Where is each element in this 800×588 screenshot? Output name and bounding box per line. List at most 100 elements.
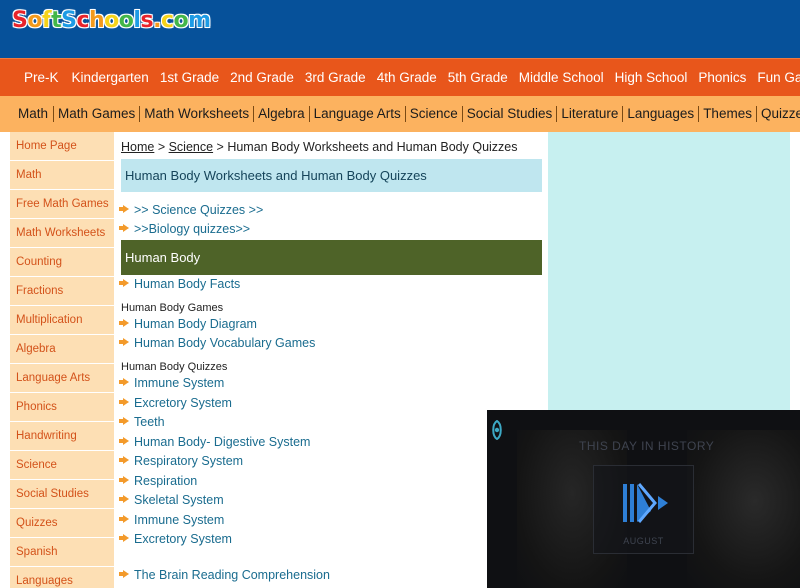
list-item-link[interactable]: Immune System <box>119 513 224 527</box>
quizzes-heading: Human Body Quizzes <box>121 361 228 373</box>
play-icon[interactable] <box>621 478 671 528</box>
arrow-icon <box>119 495 129 503</box>
nav-item-1st-grade[interactable]: 1st Grade <box>149 59 219 96</box>
sidebar-item-counting[interactable]: Counting <box>10 248 114 277</box>
sidebar-item-multiplication[interactable]: Multiplication <box>10 306 114 335</box>
sidebar-item-home-page[interactable]: Home Page <box>10 132 114 161</box>
sidebar-item-handwriting[interactable]: Handwriting <box>10 422 114 451</box>
arrow-icon <box>119 338 129 346</box>
games-heading: Human Body Games <box>121 302 224 314</box>
nav-item-pre-k[interactable]: Pre-K <box>0 59 59 96</box>
subject-item-quizzes[interactable]: Quizzes <box>757 96 800 132</box>
link-label: Human Body Facts <box>134 277 241 291</box>
subject-item-languages[interactable]: Languages <box>623 96 698 132</box>
human-body-facts-link[interactable]: Human Body Facts <box>119 277 241 291</box>
arrow-icon <box>119 378 129 386</box>
sidebar-item-math-worksheets[interactable]: Math Worksheets <box>10 219 114 248</box>
logo-letter: S <box>11 8 28 34</box>
page-title: Human Body Worksheets and Human Body Qui… <box>125 168 427 183</box>
arrow-icon <box>119 456 129 464</box>
site-header: SoftSchools.com <box>0 0 800 58</box>
logo-letter: s <box>140 8 154 34</box>
brain-reading-link[interactable]: The Brain Reading Comprehension <box>119 568 330 582</box>
history-logo-icon <box>490 419 504 443</box>
logo-letter: m <box>188 8 212 34</box>
subject-item-social-studies[interactable]: Social Studies <box>463 96 557 132</box>
sidebar-item-phonics[interactable]: Phonics <box>10 393 114 422</box>
logo-letter: c <box>76 8 90 34</box>
subject-item-math-games[interactable]: Math Games <box>54 96 139 132</box>
subject-nav-bar: Math Math Games Math Worksheets Algebra Lang… <box>0 96 800 132</box>
sidebar-item-quizzes[interactable]: Quizzes <box>10 509 114 538</box>
arrow-icon <box>119 319 129 327</box>
link-label: >>Biology quizzes>> <box>134 222 251 236</box>
video-play-box[interactable]: AUGUST <box>593 465 694 554</box>
list-item-link[interactable]: Excretory System <box>119 396 232 410</box>
list-item-link[interactable]: Immune System <box>119 376 225 390</box>
nav-item-phonics[interactable]: Phonics <box>687 59 746 96</box>
subject-item-literature[interactable]: Literature <box>557 96 622 132</box>
sidebar-item-science[interactable]: Science <box>10 451 114 480</box>
video-subtitle: AUGUST <box>623 536 664 546</box>
video-player[interactable]: THIS DAY IN HISTORY AUGUST <box>487 410 800 588</box>
breadcrumb-science-link[interactable]: Science <box>169 140 213 154</box>
logo-letter: o <box>27 8 43 34</box>
nav-item-middle-school[interactable]: Middle School <box>508 59 604 96</box>
subject-item-math[interactable]: Math <box>0 96 53 132</box>
left-sidebar: Home Page Math Free Math Games Math Workshe… <box>10 132 114 588</box>
link-label: Human Body- Digestive System <box>134 435 311 449</box>
nav-item-3rd-grade[interactable]: 3rd Grade <box>294 59 366 96</box>
sidebar-item-algebra[interactable]: Algebra <box>10 335 114 364</box>
nav-item-fun-gam[interactable]: Fun Gam <box>746 59 800 96</box>
list-item-link[interactable]: Human Body- Digestive System <box>119 435 311 449</box>
link-label: Excretory System <box>134 532 232 546</box>
list-item-link[interactable]: Respiratory System <box>119 454 244 468</box>
link-label: Human Body Diagram <box>134 317 257 331</box>
nav-item-4th-grade[interactable]: 4th Grade <box>366 59 437 96</box>
sidebar-item-social-studies[interactable]: Social Studies <box>10 480 114 509</box>
section-title-band: Human Body <box>121 240 542 275</box>
sidebar-item-math[interactable]: Math <box>10 161 114 190</box>
link-label: >> Science Quizzes >> <box>134 203 264 217</box>
section-title: Human Body <box>125 250 201 265</box>
subject-item-science[interactable]: Science <box>406 96 462 132</box>
list-item-link[interactable]: Human Body Diagram <box>119 317 257 331</box>
logo-letter: S <box>61 8 78 34</box>
video-thumbnail-figure <box>687 430 800 588</box>
subject-item-language-arts[interactable]: Language Arts <box>310 96 405 132</box>
list-item-link[interactable]: Teeth <box>119 415 165 429</box>
list-item-link[interactable]: Skeletal System <box>119 493 224 507</box>
nav-item-high-school[interactable]: High School <box>604 59 688 96</box>
sidebar-item-fractions[interactable]: Fractions <box>10 277 114 306</box>
softschools-logo[interactable]: SoftSchools.com <box>11 8 212 34</box>
subject-item-algebra[interactable]: Algebra <box>254 96 309 132</box>
list-item-link[interactable]: Excretory System <box>119 532 232 546</box>
sidebar-item-spanish[interactable]: Spanish <box>10 538 114 567</box>
sidebar-item-languages[interactable]: Languages <box>10 567 114 588</box>
arrow-icon <box>119 205 129 213</box>
link-label: The Brain Reading Comprehension <box>134 568 330 582</box>
biology-quizzes-link[interactable]: >>Biology quizzes>> <box>119 222 251 236</box>
science-quizzes-link[interactable]: >> Science Quizzes >> <box>119 203 264 217</box>
list-item-link[interactable]: Respiration <box>119 474 197 488</box>
arrow-icon <box>119 417 129 425</box>
arrow-icon <box>119 437 129 445</box>
sidebar-item-language-arts[interactable]: Language Arts <box>10 364 114 393</box>
main-content: Home > Science > Human Body Worksheets a… <box>115 132 548 588</box>
nav-item-kindergarten[interactable]: Kindergarten <box>59 59 149 96</box>
link-label: Skeletal System <box>134 493 224 507</box>
list-item-link[interactable]: Human Body Vocabulary Games <box>119 336 315 350</box>
breadcrumb-separator: > <box>154 140 169 154</box>
logo-letter: c <box>160 8 174 34</box>
link-label: Respiratory System <box>134 454 244 468</box>
subject-item-themes[interactable]: Themes <box>699 96 756 132</box>
grade-nav-bar: Pre-K Kindergarten 1st Grade 2nd Grade 3rd G… <box>0 58 800 96</box>
breadcrumb-current: > Human Body Worksheets and Human Body Q… <box>213 140 518 154</box>
sidebar-item-free-math-games[interactable]: Free Math Games <box>10 190 114 219</box>
logo-letter: o <box>173 8 189 34</box>
link-label: Immune System <box>134 376 225 390</box>
subject-item-math-worksheets[interactable]: Math Worksheets <box>140 96 253 132</box>
nav-item-5th-grade[interactable]: 5th Grade <box>437 59 508 96</box>
nav-item-2nd-grade[interactable]: 2nd Grade <box>219 59 294 96</box>
breadcrumb-home-link[interactable]: Home <box>121 140 154 154</box>
